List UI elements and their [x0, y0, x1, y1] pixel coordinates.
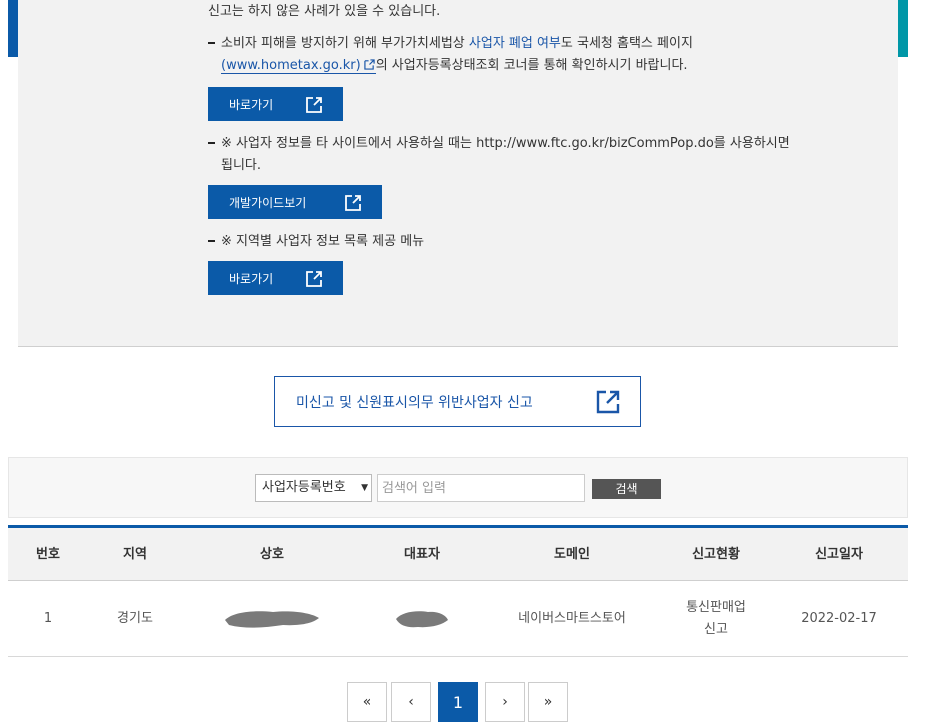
notice-item-1-text: 소비자 피해를 방지하기 위해 부가가치세법상: [221, 36, 469, 51]
col-header-company: 상호: [260, 547, 284, 562]
cell-company-redacted: [182, 581, 362, 656]
table-header: 번호 지역 상호 대표자 도메인 신고현황 신고일자: [8, 525, 908, 581]
dev-guide-button[interactable]: 개발가이드보기: [208, 185, 382, 219]
notice-item-3-text: ※ 지역별 사업자 정보 목록 제공 메뉴: [221, 234, 425, 249]
go-button-1-label: 바로가기: [229, 97, 274, 112]
search-input[interactable]: [377, 474, 585, 502]
col-header-status: 신고현황: [692, 547, 740, 562]
next-page-button[interactable]: ›: [485, 682, 525, 722]
redaction-mark: [396, 610, 448, 627]
notice-item-3: ※ 지역별 사업자 정보 목록 제공 메뉴: [208, 230, 424, 253]
external-link-icon: [364, 59, 375, 70]
col-header-number: 번호: [36, 547, 60, 562]
dev-guide-button-label: 개발가이드보기: [229, 195, 307, 210]
cell-date: 2022-02-17: [801, 610, 877, 626]
cell-domain: 네이버스마트스토어: [518, 610, 626, 626]
results-table: 번호 지역 상호 대표자 도메인 신고현황 신고일자 1 경기도 네이버스마트스…: [8, 525, 908, 657]
redaction-mark: [225, 610, 319, 628]
notice-item-1-text-2: 도 국세청 홈택스 페이지: [560, 36, 693, 51]
bullet-dash: [208, 41, 215, 44]
search-button[interactable]: 검색: [592, 479, 661, 499]
prev-page-button[interactable]: ‹: [391, 682, 431, 722]
right-accent-bar: [898, 0, 908, 57]
table-row[interactable]: 1 경기도 네이버스마트스토어 통신판매업 신고 2022-02-17: [8, 581, 908, 657]
report-violation-button[interactable]: 미신고 및 신원표시의무 위반사업자 신고: [274, 376, 641, 427]
external-link-icon: [345, 195, 361, 211]
col-header-region: 지역: [123, 547, 147, 562]
cell-status-line1: 통신판매업: [686, 599, 746, 615]
business-closure-highlight: 사업자 폐업 여부: [468, 36, 561, 51]
col-header-domain: 도메인: [554, 547, 590, 562]
chevron-down-icon: ▼: [361, 483, 368, 493]
cell-status-line2: 신고: [704, 621, 728, 637]
cell-representative-redacted: [362, 581, 482, 656]
notice-item-2-text: ※ 사업자 정보를 타 사이트에서 사용하실 때는 http://www.ftc…: [221, 136, 790, 151]
external-link-icon: [596, 390, 620, 414]
notice-item-2-line2: 됩니다.: [221, 158, 262, 173]
go-button-2[interactable]: 바로가기: [208, 261, 343, 295]
page-1-button[interactable]: 1: [438, 682, 478, 722]
external-link-icon: [306, 271, 322, 287]
notice-item-2: ※ 사업자 정보를 타 사이트에서 사용하실 때는 http://www.ftc…: [208, 132, 790, 155]
col-header-date: 신고일자: [815, 547, 863, 562]
first-page-button[interactable]: «: [347, 682, 387, 722]
bullet-dash: [208, 239, 215, 242]
notice-item-1-line2: (www.hometax.go.kr) 의 사업자등록상태조회 코너를 통해 확인…: [221, 54, 688, 77]
search-type-select[interactable]: 사업자등록번호 ▼: [255, 474, 372, 502]
cell-status: 통신판매업 신고: [662, 581, 770, 656]
notice-line-top: 신고는 하지 않은 사례가 있을 수 있습니다.: [208, 4, 441, 19]
notice-item-1: 소비자 피해를 방지하기 위해 부가가치세법상 사업자 폐업 여부도 국세청 홈…: [208, 32, 693, 55]
hometax-link[interactable]: (www.hometax.go.kr): [221, 58, 376, 74]
left-accent-bar: [8, 0, 18, 57]
search-type-value: 사업자등록번호: [262, 480, 346, 495]
go-button-2-label: 바로가기: [229, 271, 274, 286]
external-link-icon: [306, 97, 322, 113]
last-page-button[interactable]: »: [528, 682, 568, 722]
col-header-representative: 대표자: [404, 547, 440, 562]
cell-number: 1: [43, 610, 53, 626]
report-violation-label: 미신고 및 신원표시의무 위반사업자 신고: [296, 395, 533, 411]
bullet-dash: [208, 141, 215, 144]
notice-item-1-tail: 의 사업자등록상태조회 코너를 통해 확인하시기 바랍니다.: [375, 58, 688, 73]
cell-region: 경기도: [117, 610, 153, 626]
go-button-1[interactable]: 바로가기: [208, 87, 343, 121]
